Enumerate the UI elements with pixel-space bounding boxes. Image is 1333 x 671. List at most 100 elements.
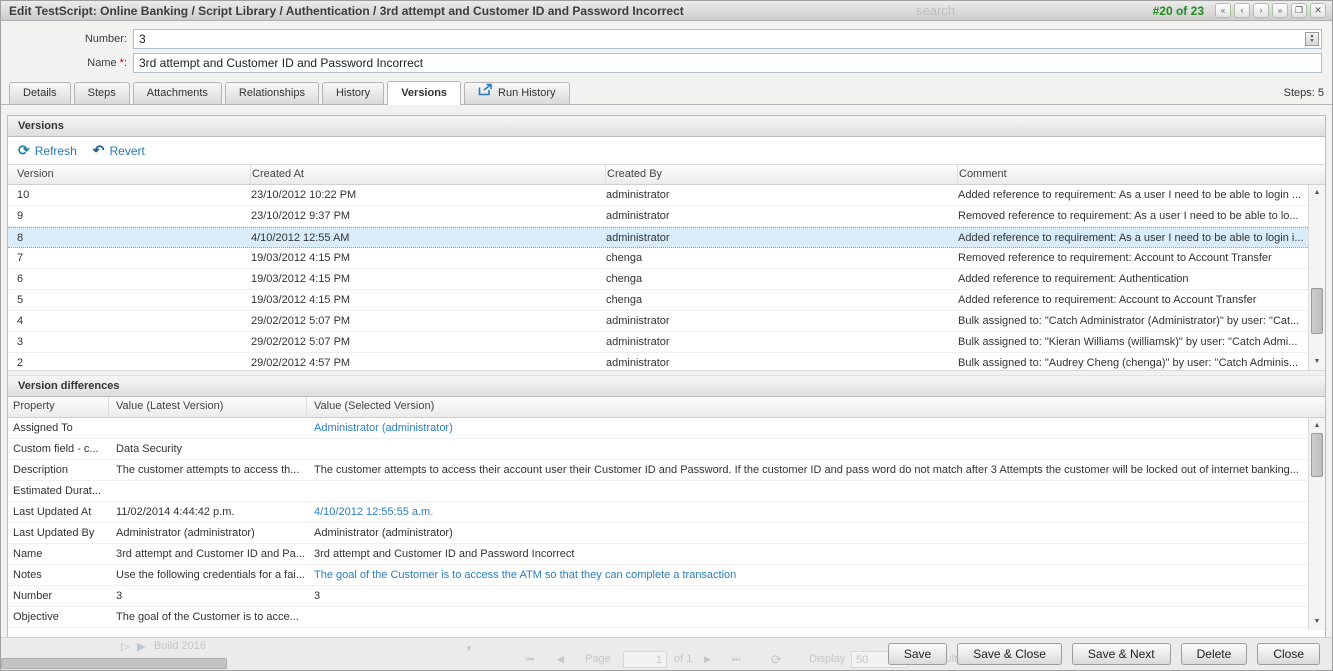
version-cell: 10 [8, 185, 251, 205]
version-row[interactable]: 4 29/02/2012 5:07 PM administrator Bulk … [8, 311, 1308, 332]
name-field[interactable] [133, 53, 1322, 73]
version-row[interactable]: 5 19/03/2012 4:15 PM chenga Added refere… [8, 290, 1308, 311]
created-by-cell: administrator [606, 332, 958, 352]
version-row[interactable]: 10 23/10/2012 10:22 PM administrator Add… [8, 185, 1308, 206]
scroll-down-icon[interactable]: ▼ [1309, 355, 1325, 369]
close-window-button[interactable]: ✕ [1310, 3, 1326, 18]
scrollbar-thumb[interactable] [1311, 433, 1323, 477]
created-by-cell: administrator [606, 228, 958, 247]
versions-scrollbar[interactable]: ▲ ▼ [1308, 185, 1325, 370]
next-record-icon: › [1260, 5, 1263, 15]
background-page-label: Page [585, 653, 611, 665]
background-page-first-icon: ⏮ [526, 654, 534, 665]
tab-history[interactable]: History [322, 82, 384, 104]
background-refresh-icon: ⟳ [771, 652, 782, 668]
column-header-property[interactable]: Property [8, 397, 109, 417]
created-at-cell: 19/03/2012 4:15 PM [251, 290, 606, 310]
difference-row[interactable]: Notes Use the following credentials for … [8, 565, 1308, 586]
last-record-icon: » [1278, 6, 1282, 15]
latest-value-cell: 11/02/2014 4:44:42 p.m. [109, 502, 307, 522]
tab-details[interactable]: Details [9, 82, 71, 104]
comment-cell: Added reference to requirement: Authenti… [958, 269, 1308, 289]
record-position-label: #20 of 23 [1153, 4, 1204, 18]
difference-row[interactable]: Name 3rd attempt and Customer ID and Pa.… [8, 544, 1308, 565]
selected-value-cell: 3 [307, 586, 1308, 606]
previous-record-button[interactable]: ‹ [1234, 3, 1250, 18]
difference-row[interactable]: Objective The goal of the Customer is to… [8, 607, 1308, 628]
version-row[interactable]: 2 29/02/2012 4:57 PM administrator Bulk … [8, 353, 1308, 370]
number-field[interactable] [133, 29, 1322, 49]
tab-relationships[interactable]: Relationships [225, 82, 319, 104]
column-header-version[interactable]: Version [8, 165, 251, 184]
versions-panel: Versions ⟳ Refresh ↶ Revert Version Crea… [7, 115, 1326, 638]
property-cell: Custom field - c... [8, 439, 109, 459]
dialog-title: Edit TestScript: Online Banking / Script… [9, 4, 684, 18]
background-tree-expand-icon: ▷ [121, 640, 129, 653]
background-of-label: of 1 [674, 653, 692, 665]
last-record-button[interactable]: » [1272, 3, 1288, 18]
version-row[interactable]: 6 19/03/2012 4:15 PM chenga Added refere… [8, 269, 1308, 290]
restore-window-button[interactable]: ❐ [1291, 3, 1307, 18]
created-by-cell: chenga [606, 248, 958, 268]
latest-value-cell: The goal of the Customer is to acce... [109, 607, 307, 627]
next-record-button[interactable]: › [1253, 3, 1269, 18]
version-cell: 8 [8, 228, 251, 247]
version-cell: 2 [8, 353, 251, 370]
scroll-up-icon[interactable]: ▲ [1309, 419, 1325, 433]
background-play-icon: ▶ [137, 640, 145, 653]
created-at-cell: 23/10/2012 9:37 PM [251, 206, 606, 226]
created-at-cell: 19/03/2012 4:15 PM [251, 248, 606, 268]
differences-scrollbar[interactable]: ▲ ▼ [1308, 418, 1325, 630]
version-row[interactable]: 7 19/03/2012 4:15 PM chenga Removed refe… [8, 248, 1308, 269]
column-header-selected-value[interactable]: Value (Selected Version) [307, 397, 1325, 417]
created-at-cell: 23/10/2012 10:22 PM [251, 185, 606, 205]
refresh-button[interactable]: ⟳ Refresh [18, 142, 77, 159]
background-dropdown-icon: ▼ [465, 644, 473, 653]
created-by-cell: chenga [606, 269, 958, 289]
column-header-comment[interactable]: Comment [958, 165, 1325, 184]
version-row[interactable]: 8 4/10/2012 12:55 AM administrator Added… [8, 227, 1308, 248]
first-record-button[interactable]: « [1215, 3, 1231, 18]
save-button[interactable]: Save [888, 643, 947, 665]
version-row[interactable]: 9 23/10/2012 9:37 PM administrator Remov… [8, 206, 1308, 227]
difference-row[interactable]: Description The customer attempts to acc… [8, 460, 1308, 481]
difference-row[interactable]: Estimated Durat... [8, 481, 1308, 502]
difference-row[interactable]: Last Updated At 11/02/2014 4:44:42 p.m. … [8, 502, 1308, 523]
version-row[interactable]: 3 29/02/2012 5:07 PM administrator Bulk … [8, 332, 1308, 353]
tab-attachments[interactable]: Attachments [133, 82, 222, 104]
scroll-up-icon[interactable]: ▲ [1309, 186, 1325, 200]
created-by-cell: administrator [606, 353, 958, 370]
background-page-input: 1 [623, 651, 667, 668]
difference-row[interactable]: Assigned To Administrator (administrator… [8, 418, 1308, 439]
property-cell: Last Updated At [8, 502, 109, 522]
tab-steps[interactable]: Steps [74, 82, 130, 104]
version-cell: 3 [8, 332, 251, 352]
revert-button[interactable]: ↶ Revert [93, 142, 145, 159]
versions-table-header: Version Created At Created By Comment [8, 164, 1325, 185]
number-spinner[interactable]: ▲ ▼ [1305, 32, 1319, 46]
selected-value-cell: 3rd attempt and Customer ID and Password… [307, 544, 1308, 564]
scrollbar-thumb[interactable] [1311, 288, 1323, 334]
column-header-created-by[interactable]: Created By [606, 165, 958, 184]
selected-value-cell: 4/10/2012 12:55:55 a.m. [307, 502, 1308, 522]
save-and-close-button[interactable]: Save & Close [957, 643, 1062, 665]
spinner-down-icon: ▼ [1310, 39, 1315, 44]
background-page-last-icon: ⏭ [732, 654, 740, 665]
save-and-next-button[interactable]: Save & Next [1072, 643, 1171, 665]
version-differences-header: Version differences [8, 376, 1325, 397]
tab-run-history[interactable]: Run History [464, 82, 569, 104]
tab-versions[interactable]: Versions [387, 81, 461, 105]
scroll-down-icon[interactable]: ▼ [1309, 615, 1325, 629]
column-header-created-at[interactable]: Created At [251, 165, 606, 184]
created-at-cell: 19/03/2012 4:15 PM [251, 269, 606, 289]
background-search-placeholder: search [916, 3, 955, 18]
background-page-next-icon: ▶ [704, 654, 711, 665]
difference-row[interactable]: Custom field - c... Data Security [8, 439, 1308, 460]
delete-button[interactable]: Delete [1181, 643, 1248, 665]
selected-value-cell [307, 481, 1308, 501]
column-header-latest-value[interactable]: Value (Latest Version) [109, 397, 307, 417]
close-button[interactable]: Close [1257, 643, 1320, 665]
version-cell: 5 [8, 290, 251, 310]
difference-row[interactable]: Number 3 3 [8, 586, 1308, 607]
difference-row[interactable]: Last Updated By Administrator (administr… [8, 523, 1308, 544]
